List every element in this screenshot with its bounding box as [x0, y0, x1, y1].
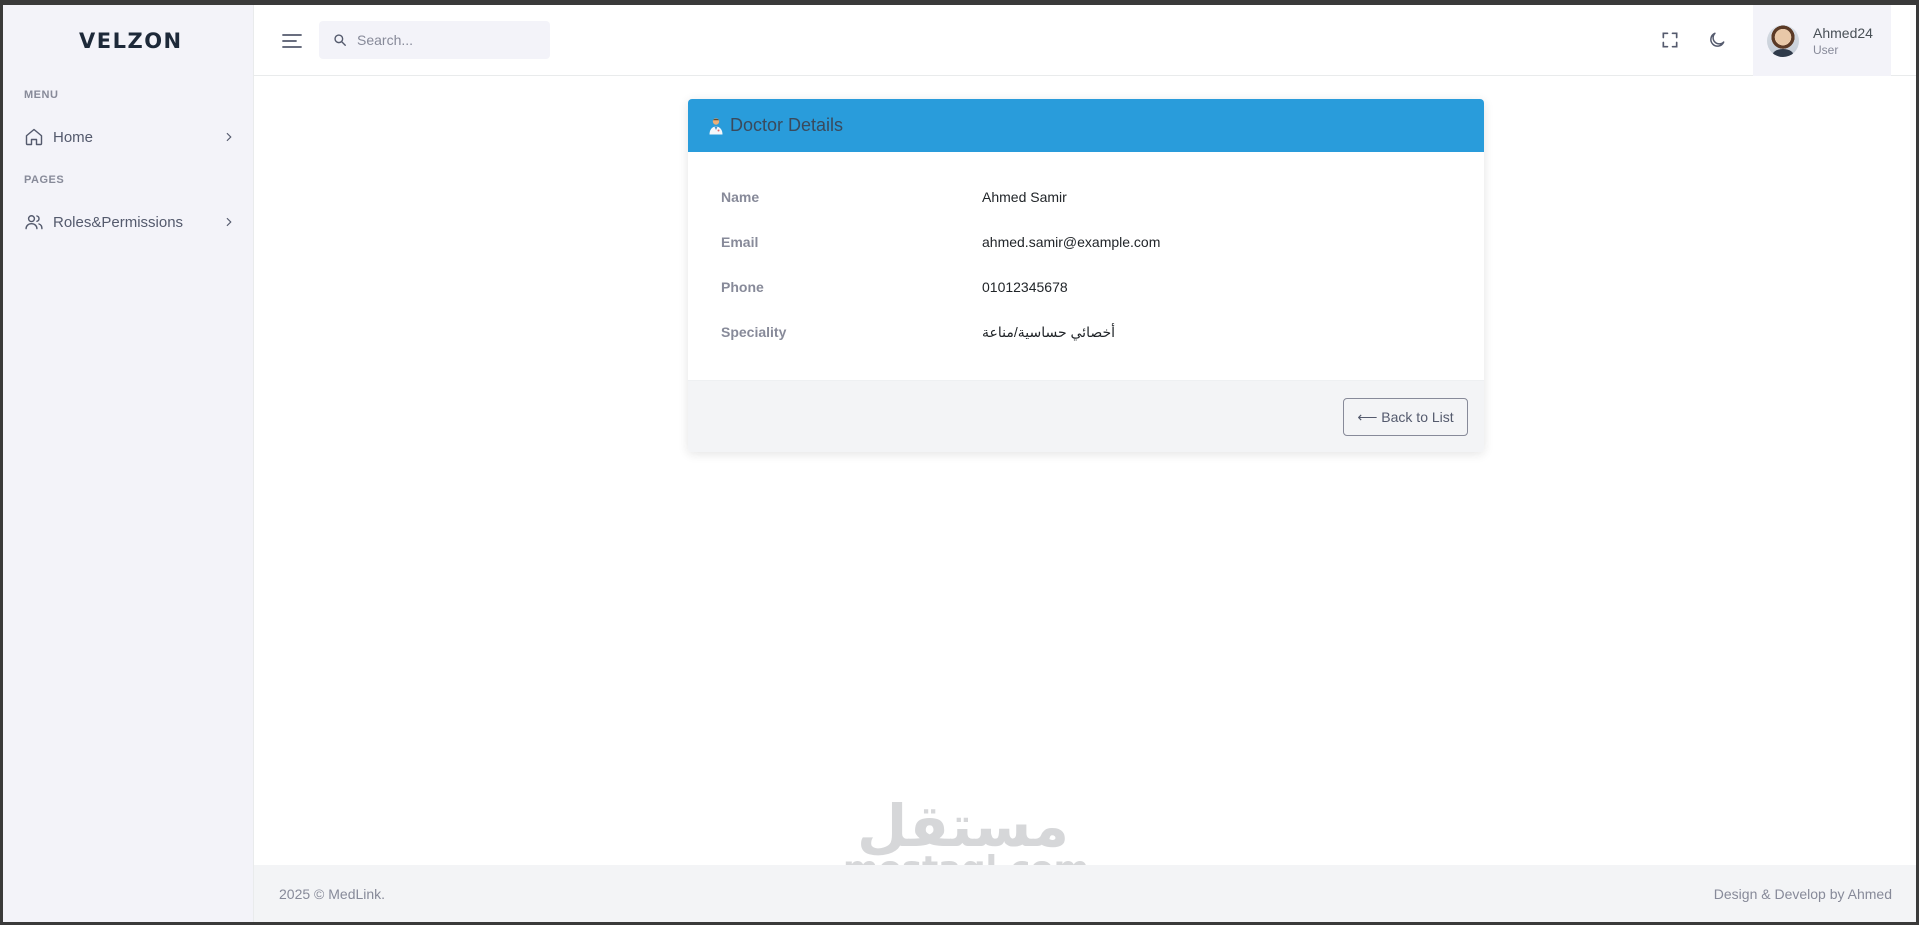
search-icon — [333, 33, 347, 47]
sidebar-item-home[interactable]: Home — [24, 121, 236, 153]
card-header: Doctor Details — [688, 99, 1484, 152]
doctor-icon — [708, 117, 724, 135]
pages-section-title: PAGES — [24, 174, 65, 186]
logo[interactable]: VELZON — [79, 29, 183, 53]
card-title: Doctor Details — [730, 115, 844, 135]
sidebar-item-label: Home — [53, 128, 94, 146]
dark-mode-moon-icon[interactable] — [1705, 28, 1729, 52]
page-footer: 2025 © MedLink. Design & Develop by Ahme… — [254, 865, 1916, 922]
doctor-details-card: Doctor Details Name Ahmed Samir Email ah… — [688, 99, 1484, 452]
footer-copyright: 2025 © MedLink. — [279, 885, 386, 902]
footer-credit: Design & Develop by Ahmed — [1713, 885, 1892, 902]
user-role: User — [1813, 42, 1839, 57]
detail-label: Name — [721, 189, 760, 205]
home-icon — [24, 127, 44, 147]
detail-label: Email — [721, 234, 759, 250]
sidebar-item-roles-permissions[interactable]: Roles&Permissions — [24, 206, 236, 238]
detail-label: Phone — [721, 279, 764, 295]
detail-row-email: Email ahmed.samir@example.com — [721, 231, 1464, 253]
chevron-right-icon — [222, 215, 236, 229]
detail-value: 01012345678 — [982, 279, 1068, 295]
details-list: Name Ahmed Samir Email ahmed.samir@examp… — [688, 152, 1484, 380]
menu-toggle-icon[interactable] — [280, 29, 304, 53]
detail-row-name: Name Ahmed Samir — [721, 186, 1464, 208]
chevron-right-icon — [222, 130, 236, 144]
avatar — [1767, 24, 1799, 57]
detail-value: ahmed.samir@example.com — [982, 234, 1161, 250]
search-box — [319, 21, 550, 59]
detail-value: Ahmed Samir — [982, 189, 1067, 205]
detail-row-speciality: Speciality أخصائي حساسية/مناعة — [721, 321, 1464, 343]
user-profile-dropdown[interactable]: Ahmed24 User — [1753, 5, 1891, 76]
menu-section-title: MENU — [24, 89, 59, 101]
watermark-arabic: مستقل — [856, 792, 1070, 860]
detail-label: Speciality — [721, 324, 787, 340]
sidebar-item-label: Roles&Permissions — [53, 213, 184, 231]
card-footer: ⟵ Back to List — [688, 380, 1484, 452]
sidebar: VELZON MENU Home PAGES Roles&Permissions — [3, 5, 254, 922]
detail-row-phone: Phone 01012345678 — [721, 276, 1464, 298]
app-window: VELZON MENU Home PAGES Roles&Permissions — [3, 5, 1916, 922]
user-name: Ahmed24 — [1813, 24, 1873, 41]
users-icon — [24, 212, 44, 232]
back-to-list-button[interactable]: ⟵ Back to List — [1343, 398, 1468, 436]
search-input[interactable] — [357, 32, 537, 48]
topbar: Ahmed24 User — [254, 5, 1916, 76]
fullscreen-icon[interactable] — [1658, 28, 1682, 52]
detail-value: أخصائي حساسية/مناعة — [982, 323, 1116, 340]
